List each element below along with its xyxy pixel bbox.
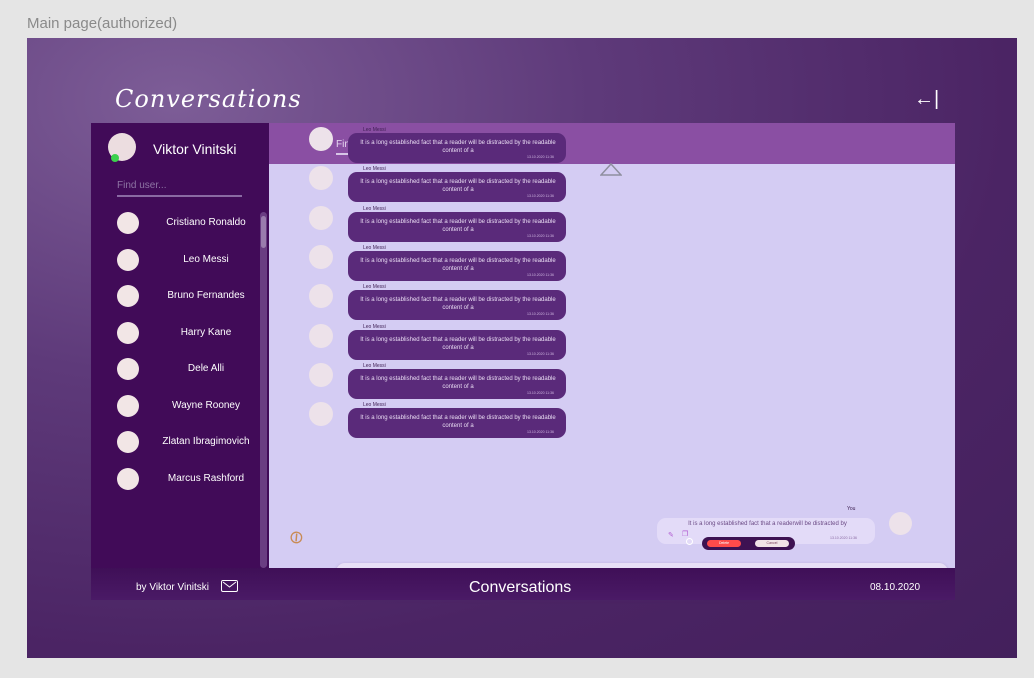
user-list-item[interactable]: Leo Messi bbox=[91, 245, 261, 275]
user-name: Zlatan Ibragimovich bbox=[162, 436, 250, 447]
user-avatar bbox=[117, 248, 139, 271]
message-author: Leo Messi bbox=[363, 244, 386, 251]
message-time: 13.10.2020 11:36 bbox=[527, 272, 554, 277]
edit-icon[interactable]: ✎ bbox=[668, 531, 674, 539]
find-user-input[interactable] bbox=[117, 178, 242, 197]
my-message-time: 13.10.2020 11:36 bbox=[830, 536, 857, 540]
app-frame: Conversations ←| Viktor Vinitski Cristia… bbox=[27, 38, 1017, 658]
user-name: Marcus Rashford bbox=[167, 472, 245, 484]
message-text: It is a long established fact that a rea… bbox=[360, 336, 556, 351]
copy-icon[interactable]: ❐ bbox=[682, 530, 688, 538]
footer-author: by Viktor Vinitski bbox=[136, 582, 209, 593]
user-avatar bbox=[117, 358, 139, 380]
message-time: 13.10.2020 11:36 bbox=[527, 194, 554, 199]
message-text: It is a long established fact that a rea… bbox=[360, 140, 556, 154]
online-status-icon bbox=[111, 154, 119, 162]
cancel-button[interactable]: Cancel bbox=[755, 540, 789, 547]
message-bubble[interactable]: It is a long established fact that a rea… bbox=[348, 250, 566, 281]
message-bubble[interactable]: It is a long established fact that a rea… bbox=[348, 172, 566, 203]
app-title: Conversations bbox=[115, 85, 302, 113]
user-list-item[interactable]: Cristiano Ronaldo bbox=[91, 208, 261, 238]
user-avatar bbox=[117, 321, 139, 344]
logout-icon[interactable]: ←| bbox=[914, 88, 939, 111]
message-text: It is a long established fact that a rea… bbox=[360, 257, 556, 272]
message-time: 13.10.2020 11:36 bbox=[527, 430, 554, 435]
message-avatar bbox=[309, 244, 333, 269]
message-avatar bbox=[309, 205, 333, 230]
user-name: Dele Alli bbox=[187, 363, 225, 374]
message-text: It is a long established fact that a rea… bbox=[360, 179, 556, 194]
my-message-avatar bbox=[889, 512, 912, 535]
user-list-item[interactable]: Wayne Rooney bbox=[91, 391, 261, 421]
message-text: It is a long established fact that a rea… bbox=[360, 297, 556, 312]
user-name: Harry Kane bbox=[180, 326, 232, 338]
user-avatar bbox=[117, 212, 139, 234]
message-author: Leo Messi bbox=[363, 205, 386, 212]
my-message-author: You bbox=[847, 506, 856, 512]
user-avatar bbox=[117, 467, 139, 490]
user-list-item[interactable]: Dele Alli bbox=[91, 354, 261, 384]
message-bubble[interactable]: It is a long established fact that a rea… bbox=[348, 133, 566, 163]
chat-panel: Leo Messi It is a long established fact t… bbox=[269, 123, 955, 599]
message-time: 13.10.2020 11:36 bbox=[527, 155, 554, 159]
message-time: 13.10.2020 11:36 bbox=[527, 233, 554, 238]
sidebar-scrollbar[interactable] bbox=[260, 212, 267, 568]
cursor-icon bbox=[686, 538, 693, 545]
page-label: Main page(authorized) bbox=[27, 15, 178, 32]
message-text: It is a long established fact that a rea… bbox=[360, 218, 556, 233]
message-avatar bbox=[309, 402, 333, 427]
sidebar: Viktor Vinitski Cristiano Ronaldo Leo Mes… bbox=[91, 123, 269, 568]
message-time: 13.10.2020 11:36 bbox=[527, 351, 554, 356]
delete-button[interactable]: Delete bbox=[707, 540, 741, 547]
message-avatar bbox=[309, 362, 333, 387]
message-author: Leo Messi bbox=[363, 323, 386, 330]
my-message-text: It is a long established fact that a rea… bbox=[688, 521, 847, 527]
message-avatar bbox=[309, 323, 333, 348]
message-time: 13.10.2020 11:36 bbox=[527, 312, 554, 317]
footer: by Viktor Vinitski Conversations 08.10.2… bbox=[91, 568, 955, 600]
message-text: It is a long established fact that a rea… bbox=[360, 415, 556, 430]
user-avatar bbox=[117, 394, 139, 417]
user-list-item[interactable]: Marcus Rashford bbox=[91, 464, 261, 494]
sidebar-scroll-thumb[interactable] bbox=[261, 216, 266, 248]
mail-icon[interactable] bbox=[221, 580, 238, 592]
my-name: Viktor Vinitski bbox=[153, 141, 237, 157]
user-avatar bbox=[117, 431, 139, 453]
message-time: 13.10.2020 11:36 bbox=[527, 390, 554, 395]
message-bubble[interactable]: It is a long established fact that a rea… bbox=[348, 408, 566, 439]
user-name: Bruno Fernandes bbox=[167, 290, 245, 301]
message-bubble[interactable]: It is a long established fact that a rea… bbox=[348, 211, 566, 242]
user-list-item[interactable]: Zlatan Ibragimovich bbox=[91, 427, 261, 457]
message-avatar bbox=[309, 284, 333, 309]
paperclip-icon[interactable]: ⊘ bbox=[284, 525, 309, 551]
message-bubble[interactable]: It is a long established fact that a rea… bbox=[348, 290, 566, 321]
scroll-up-icon[interactable] bbox=[600, 163, 622, 177]
user-list-item[interactable]: Bruno Fernandes bbox=[91, 281, 261, 311]
message-bubble[interactable]: It is a long established fact that a rea… bbox=[348, 368, 566, 399]
message-bubble[interactable]: It is a long established fact that a rea… bbox=[348, 329, 566, 360]
message-avatar bbox=[309, 166, 333, 191]
message-avatar bbox=[309, 127, 333, 151]
user-name: Wayne Rooney bbox=[172, 399, 240, 411]
footer-title: Conversations bbox=[469, 579, 572, 596]
user-name: Leo Messi bbox=[183, 253, 229, 265]
message-author: Leo Messi bbox=[363, 362, 386, 369]
user-avatar bbox=[117, 285, 139, 307]
user-name: Cristiano Ronaldo bbox=[166, 217, 246, 228]
footer-date: 08.10.2020 bbox=[870, 582, 921, 593]
user-list-item[interactable]: Harry Kane bbox=[91, 318, 261, 348]
message-text: It is a long established fact that a rea… bbox=[360, 375, 556, 390]
